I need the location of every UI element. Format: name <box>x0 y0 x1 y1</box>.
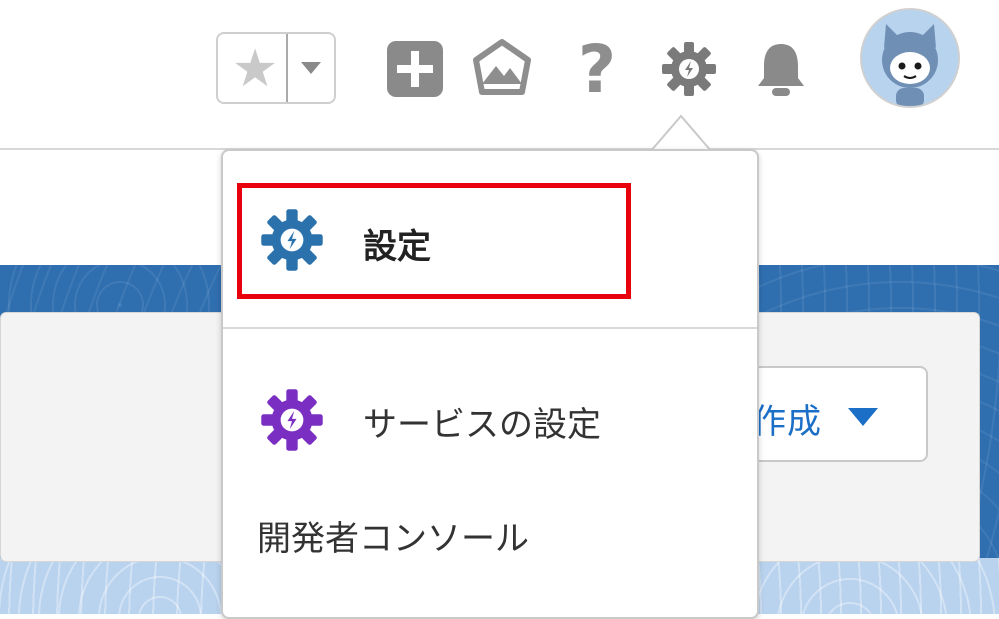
notifications-button[interactable] <box>752 40 810 100</box>
menu-item-service-setup[interactable]: サービスの設定 <box>239 361 739 451</box>
chevron-down-icon <box>848 408 878 426</box>
highlight-annotation <box>237 183 631 299</box>
trailhead-mountain-icon <box>473 39 531 95</box>
chevron-down-icon <box>301 62 321 74</box>
favorites-button-group: ★ <box>216 32 336 104</box>
service-setup-gear-icon <box>261 389 323 451</box>
dropdown-pointer <box>650 114 712 152</box>
trailhead-button[interactable] <box>470 38 534 102</box>
global-header: ★ ? <box>0 0 999 150</box>
create-button-label: 作成 <box>752 402 822 442</box>
help-button[interactable]: ? <box>572 30 622 110</box>
favorites-star-icon[interactable]: ★ <box>224 38 286 100</box>
menu-divider <box>223 327 757 329</box>
menu-item-service-setup-label: サービスの設定 <box>363 405 601 445</box>
menu-item-developer-console-label: 開発者コンソール <box>257 519 529 559</box>
global-actions-button[interactable] <box>386 38 444 100</box>
astro-avatar-icon <box>862 10 958 106</box>
gear-icon <box>662 42 716 96</box>
question-mark-icon: ? <box>577 31 617 108</box>
plus-icon <box>387 41 443 97</box>
setup-gear-button[interactable] <box>660 40 718 98</box>
user-avatar[interactable] <box>860 8 960 108</box>
bell-icon <box>758 44 804 96</box>
menu-item-developer-console[interactable]: 開発者コンソール <box>239 491 739 571</box>
favorites-menu-button[interactable] <box>286 34 334 102</box>
